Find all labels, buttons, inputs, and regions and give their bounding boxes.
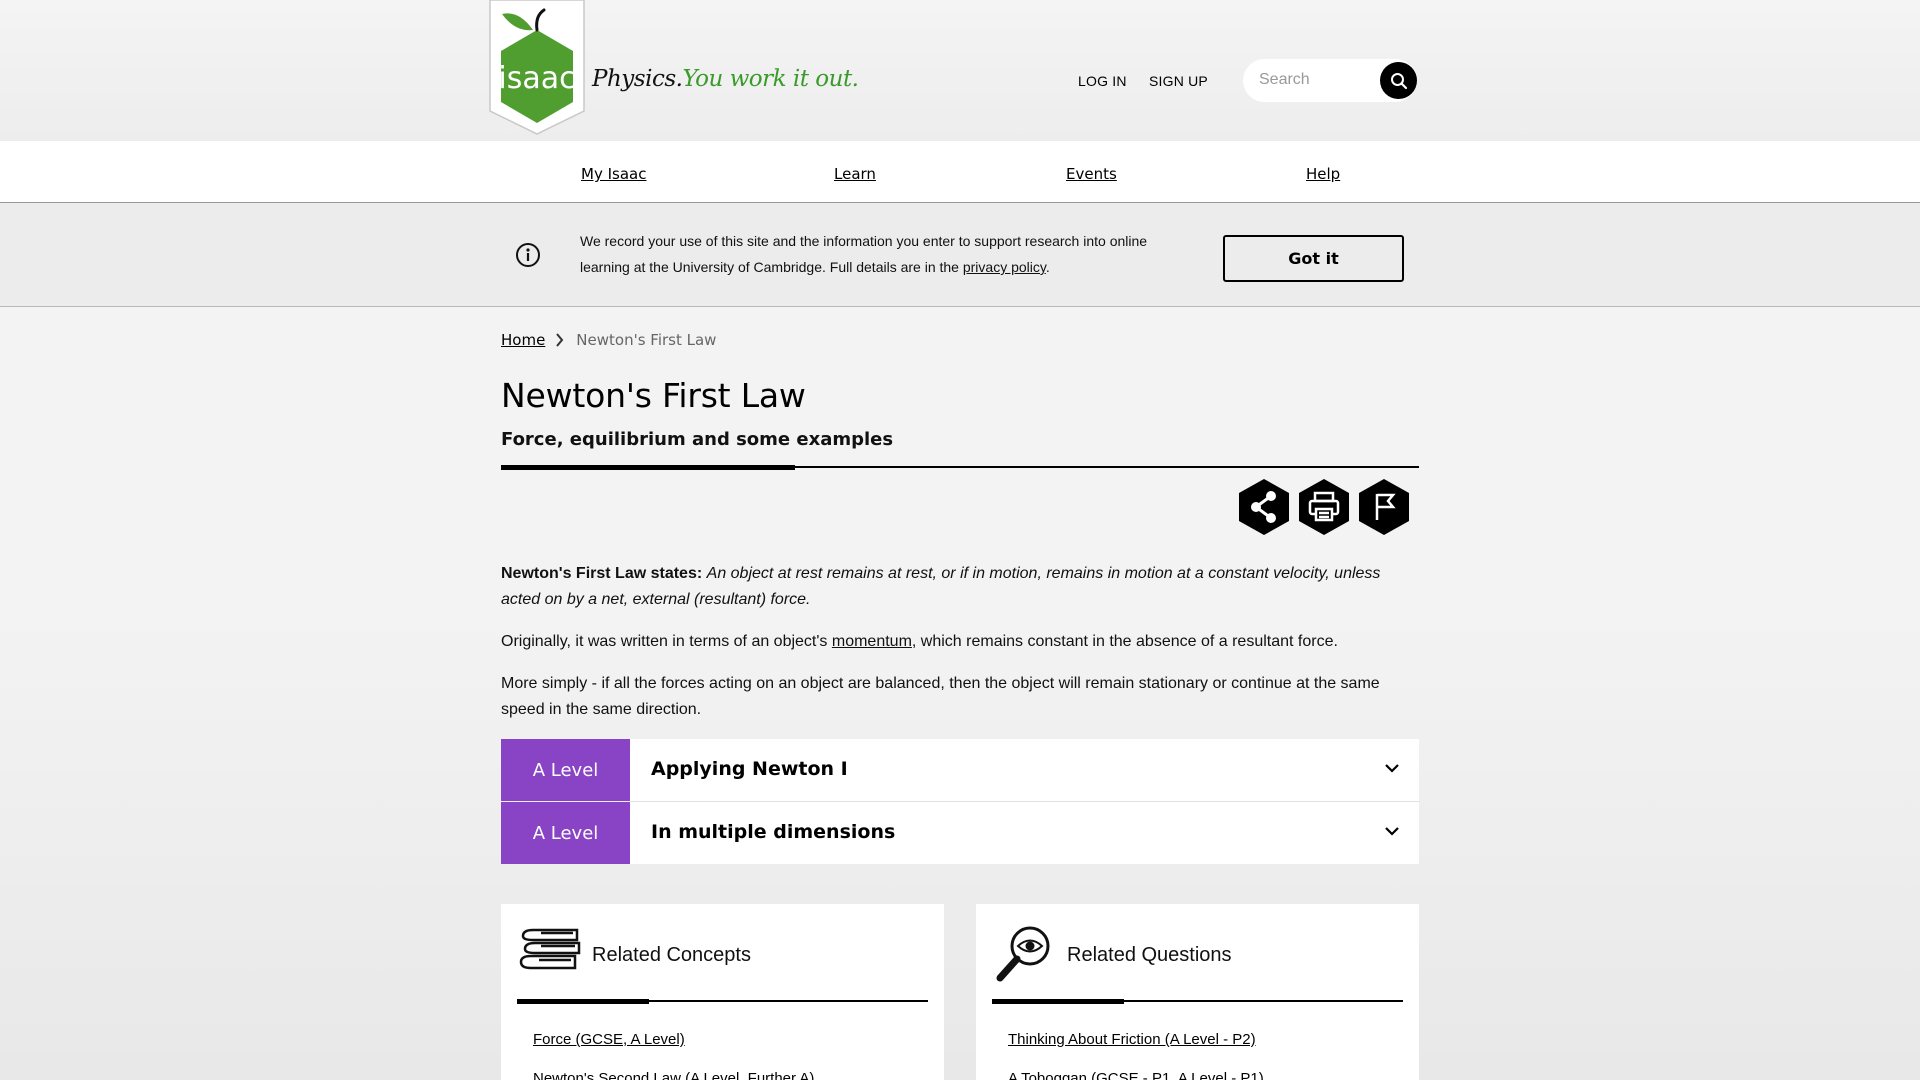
banner-message: We record your use of this site and the … <box>580 228 1180 280</box>
breadcrumb: Home Newton's First Law <box>501 331 716 349</box>
chevron-right-icon <box>555 333 564 347</box>
share-button[interactable] <box>1238 478 1290 536</box>
page-subtitle: Force, equilibrium and some examples <box>501 429 894 450</box>
paragraph-law-statement: Newton's First Law states: An object at … <box>501 561 1419 613</box>
level-badge: A Level <box>501 739 630 801</box>
books-icon <box>519 928 581 970</box>
breadcrumb-current: Newton's First Law <box>576 331 717 349</box>
related-concepts-title: Related Concepts <box>592 944 751 966</box>
cookie-banner: We record your use of this site and the … <box>0 203 1920 307</box>
login-link[interactable]: LOG IN <box>1078 73 1127 89</box>
isaac-logo[interactable]: isaac <box>489 0 585 135</box>
law-label: Newton's First Law states: <box>501 565 703 582</box>
paragraph-simply: More simply - if all the forces acting o… <box>501 675 1380 718</box>
page-title: Newton's First Law <box>501 376 806 415</box>
search-box <box>1243 59 1417 102</box>
nav-item-events[interactable]: Events <box>1066 165 1117 183</box>
related-concepts-panel: Related Concepts Force (GCSE, A Level) N… <box>501 904 944 1080</box>
magnifier-eye-icon <box>996 926 1050 982</box>
signup-link[interactable]: SIGN UP <box>1149 73 1208 89</box>
tagline-physics: Physics. <box>592 66 683 92</box>
breadcrumb-home[interactable]: Home <box>501 331 545 349</box>
accordion-multiple-dimensions[interactable]: A Level In multiple dimensions <box>501 802 1419 864</box>
accordion-title: Applying Newton I <box>651 758 848 780</box>
panel-divider-accent <box>517 999 649 1004</box>
related-question-link[interactable]: Thinking About Friction (A Level - P2) <box>1008 1031 1256 1048</box>
report-button[interactable] <box>1358 478 1410 536</box>
related-question-link[interactable]: A Toboggan (GCSE - P1, A Level - P1) <box>1008 1070 1264 1080</box>
nav-item-my-isaac[interactable]: My Isaac <box>581 165 646 183</box>
search-input[interactable] <box>1259 69 1379 91</box>
accordion-applying-newton[interactable]: A Level Applying Newton I <box>501 739 1419 801</box>
level-badge: A Level <box>501 802 630 864</box>
tagline-motto: You work it out. <box>682 66 859 92</box>
related-questions-title: Related Questions <box>1067 944 1232 966</box>
search-button[interactable] <box>1380 62 1417 99</box>
banner-text: We record your use of this site and the … <box>580 233 1148 275</box>
momentum-link[interactable]: momentum <box>832 633 912 650</box>
site-tagline: Physics.You work it out. <box>592 66 859 92</box>
paragraph-momentum: Originally, it was written in terms of a… <box>501 629 1419 655</box>
info-icon <box>516 243 540 267</box>
article-content: Newton's First Law states: An object at … <box>501 561 1419 739</box>
banner-text-end: . <box>1045 259 1050 275</box>
nav-item-help[interactable]: Help <box>1306 165 1340 183</box>
nav-item-learn[interactable]: Learn <box>834 165 876 183</box>
title-divider-accent <box>501 465 795 470</box>
panel-divider-accent <box>992 999 1124 1004</box>
print-button[interactable] <box>1298 478 1350 536</box>
paragraph-momentum-start: Originally, it was written in terms of a… <box>501 633 832 650</box>
got-it-button[interactable]: Got it <box>1223 235 1404 282</box>
main-nav: My Isaac Learn Events Help <box>0 141 1920 203</box>
related-questions-panel: Related Questions Thinking About Frictio… <box>976 904 1419 1080</box>
logo-text: isaac <box>498 61 575 96</box>
related-concept-link[interactable]: Force (GCSE, A Level) <box>533 1031 685 1048</box>
privacy-policy-link[interactable]: privacy policy <box>963 259 1046 275</box>
chevron-down-icon <box>1385 764 1399 773</box>
search-icon <box>1390 72 1407 89</box>
accordion-title: In multiple dimensions <box>651 821 896 843</box>
paragraph-momentum-end: , which remains constant in the absence … <box>911 633 1338 650</box>
site-header: isaac Physics.You work it out. LOG IN SI… <box>0 0 1920 141</box>
chevron-down-icon <box>1385 827 1399 836</box>
related-concept-link[interactable]: Newton's Second Law (A Level, Further A) <box>533 1070 814 1080</box>
